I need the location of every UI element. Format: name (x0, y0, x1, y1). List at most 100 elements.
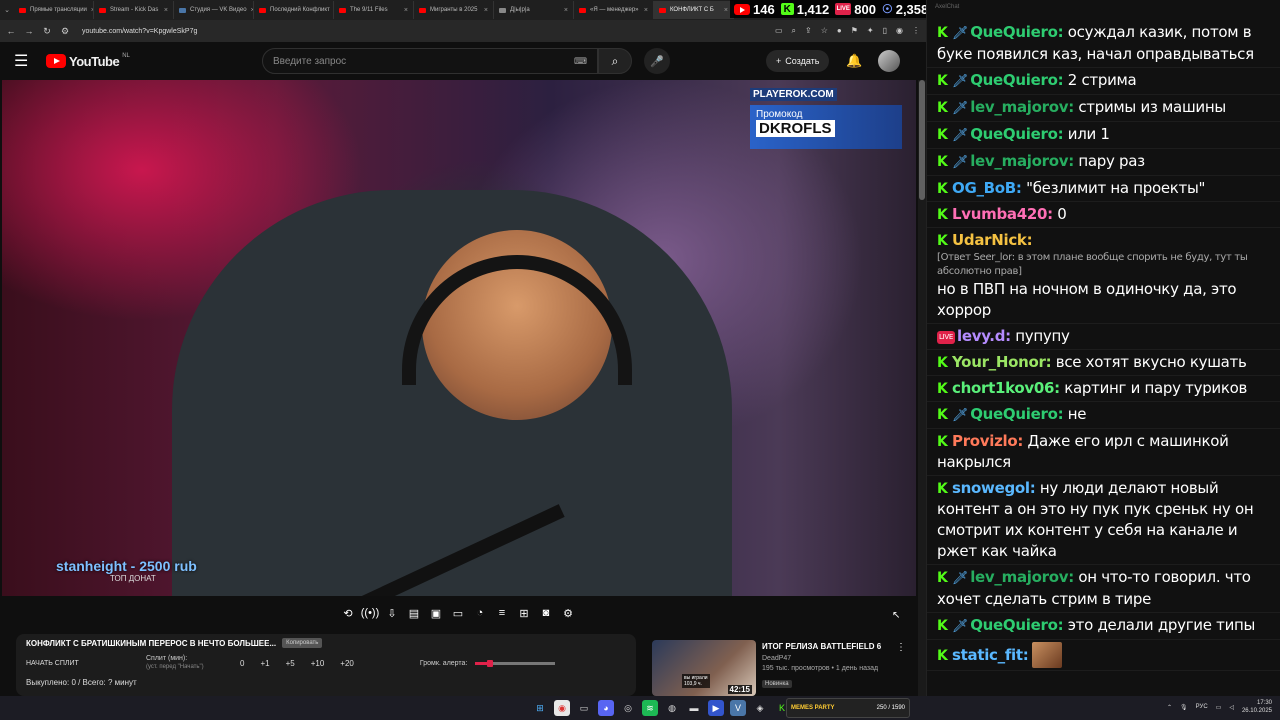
chat-username[interactable]: QueQuiero: (970, 71, 1063, 89)
browser-tab[interactable]: Студия — VK Видео× (174, 1, 254, 19)
clock[interactable]: 17:30 26.10.2025 (1242, 699, 1272, 715)
extension-icon[interactable]: ⚑ (851, 26, 858, 36)
steam-icon[interactable]: ◎ (620, 700, 636, 716)
volume-icon[interactable]: ◁ (1229, 704, 1234, 711)
screenshot-icon[interactable]: ◙ (539, 606, 553, 620)
profile-icon[interactable]: ◉ (896, 26, 903, 36)
browser-tab[interactable]: The 9/11 Files × (334, 1, 414, 19)
media-player-icon[interactable]: ▶ (708, 700, 724, 716)
video-thumbnail[interactable]: вы играли 103,9 ч. 42:15 (652, 640, 756, 696)
chat-username[interactable]: QueQuiero: (970, 616, 1063, 634)
app-icon[interactable]: ◈ (752, 700, 768, 716)
tab-close-icon[interactable]: × (164, 7, 168, 14)
tab-close-icon[interactable]: × (724, 7, 728, 14)
chat-username[interactable]: static_fit: (952, 646, 1029, 664)
sidebar-icon[interactable]: ▯ (883, 26, 887, 36)
menu-icon[interactable]: ☰ (14, 51, 34, 71)
chat-username[interactable]: Lvumba420: (952, 205, 1053, 223)
speed-icon[interactable]: ◔ (473, 606, 487, 620)
youtube-logo[interactable]: YouTube NL (46, 53, 130, 69)
extensions-icon[interactable]: ✦ (867, 26, 874, 36)
obs-icon[interactable]: ◍ (664, 700, 680, 716)
pip-icon[interactable]: ▣ (429, 606, 443, 620)
chrome-icon[interactable]: ◉ (554, 700, 570, 716)
memes-party-widget[interactable]: MEMES PARTY 250 / 1590 (786, 698, 910, 718)
chat-username[interactable]: QueQuiero: (970, 23, 1063, 41)
bookmark-icon[interactable]: ☆ (821, 26, 828, 36)
start-split-button[interactable]: НАЧАТЬ СПЛИТ (26, 660, 96, 667)
browser-tab[interactable]: КОНФЛИКТ С Б × (654, 1, 734, 19)
tab-close-icon[interactable]: × (644, 7, 648, 14)
avatar[interactable] (878, 50, 900, 72)
loop-icon[interactable]: ⟲ (341, 606, 355, 620)
settings-icon[interactable]: ⚙ (561, 606, 575, 620)
tab-close-icon[interactable]: × (564, 7, 568, 14)
chat-username[interactable]: Provizlo: (952, 432, 1023, 450)
install-icon[interactable]: ▭ (775, 26, 783, 36)
chat-username[interactable]: lev_majorov: (970, 98, 1074, 116)
language-indicator[interactable]: РУС (1196, 704, 1208, 710)
bell-icon[interactable]: 🔔 (846, 53, 862, 69)
add-icon[interactable]: ⊞ (517, 606, 531, 620)
reload-icon[interactable]: ↻ (42, 26, 52, 37)
folder-icon[interactable]: ▭ (576, 700, 592, 716)
copy-button[interactable]: Копировать (282, 638, 323, 648)
spotify-icon[interactable]: ≋ (642, 700, 658, 716)
clip-icon[interactable]: ▤ (407, 606, 421, 620)
site-info-icon[interactable]: ⚙ (60, 26, 70, 37)
browser-tab[interactable]: Последний Конфликт× (254, 1, 334, 19)
split-value-button[interactable]: +5 (286, 659, 295, 668)
tab-list-icon[interactable]: ⌄ (0, 1, 14, 19)
vk-icon[interactable]: V (730, 700, 746, 716)
search-input[interactable]: Введите запрос ⌨ (262, 48, 598, 74)
browser-tab[interactable]: Stream - Kick Das × (94, 1, 174, 19)
more-options-icon[interactable]: ⋮ (896, 642, 906, 653)
search-button[interactable]: ⌕ (598, 48, 632, 74)
menu-icon[interactable]: ⋮ (912, 26, 920, 36)
chat-username[interactable]: QueQuiero: (970, 125, 1063, 143)
zoom-icon[interactable]: ⌕ (792, 26, 796, 36)
broadcast-icon[interactable]: ((•)) (361, 606, 380, 620)
page-scrollbar[interactable] (918, 80, 926, 696)
download-icon[interactable]: ⇩ (385, 606, 399, 620)
tab-close-icon[interactable]: × (484, 7, 488, 14)
discord-icon[interactable]: ◕ (598, 700, 614, 716)
microphone-tray-icon[interactable]: 🎙 (1180, 704, 1188, 711)
chat-username[interactable]: levy.d: (957, 327, 1011, 345)
voice-search-button[interactable]: 🎤 (644, 48, 670, 74)
scroll-thumb[interactable] (919, 80, 925, 200)
chat-username[interactable]: lev_majorov: (970, 152, 1074, 170)
split-value-button[interactable]: +10 (311, 659, 325, 668)
cinema-icon[interactable]: ▭ (451, 606, 465, 620)
recommended-video[interactable]: вы играли 103,9 ч. 42:15 ИТОГ РЕЛИЗА BAT… (652, 640, 912, 696)
keyboard-icon[interactable]: ⌨ (574, 56, 587, 67)
chat-username[interactable]: UdarNick: (952, 231, 1033, 249)
alert-volume-knob[interactable] (486, 659, 493, 667)
network-icon[interactable]: ▭ (1216, 704, 1222, 711)
alert-volume-slider[interactable] (475, 659, 556, 667)
share-icon[interactable]: ⇪ (805, 26, 812, 36)
browser-tab[interactable]: Мигранты в 2025 × (414, 1, 494, 19)
create-button[interactable]: + Создать (766, 50, 830, 72)
browser-tab[interactable]: «Я — менеджер» × (574, 1, 654, 19)
chat-username[interactable]: lev_majorov: (970, 568, 1074, 586)
chat-username[interactable]: snowegol: (952, 479, 1036, 497)
tab-close-icon[interactable]: × (404, 7, 408, 14)
chat-username[interactable]: OG_BoB: (952, 179, 1022, 197)
tray-arrow-icon[interactable]: ⌃ (1167, 704, 1172, 711)
recommended-title[interactable]: ИТОГ РЕЛИЗА BATTLEFIELD 6 (762, 642, 902, 651)
subtitles-icon[interactable]: ≡ (495, 606, 509, 620)
split-value-button[interactable]: +20 (340, 659, 354, 668)
channel-name[interactable]: DeadP47 (762, 655, 902, 662)
gamepad-icon[interactable]: ▬ (686, 700, 702, 716)
url-field[interactable]: youtube.com/watch?v=KpgwleSkP7g (82, 28, 197, 35)
split-value-button[interactable]: 0 (240, 659, 244, 668)
split-value-button[interactable]: +1 (260, 659, 269, 668)
chat-username[interactable]: chort1kov06: (952, 379, 1060, 397)
video-player[interactable]: PLAYEROK.COM Промокод DKROFLS stanheight… (2, 80, 916, 596)
chat-username[interactable]: Your_Honor: (952, 353, 1052, 371)
back-icon[interactable]: ← (6, 26, 16, 36)
extension-icon[interactable]: ● (837, 26, 842, 36)
chat-username[interactable]: QueQuiero: (970, 405, 1063, 423)
browser-tab[interactable]: Прямые трансляции× (14, 1, 94, 19)
